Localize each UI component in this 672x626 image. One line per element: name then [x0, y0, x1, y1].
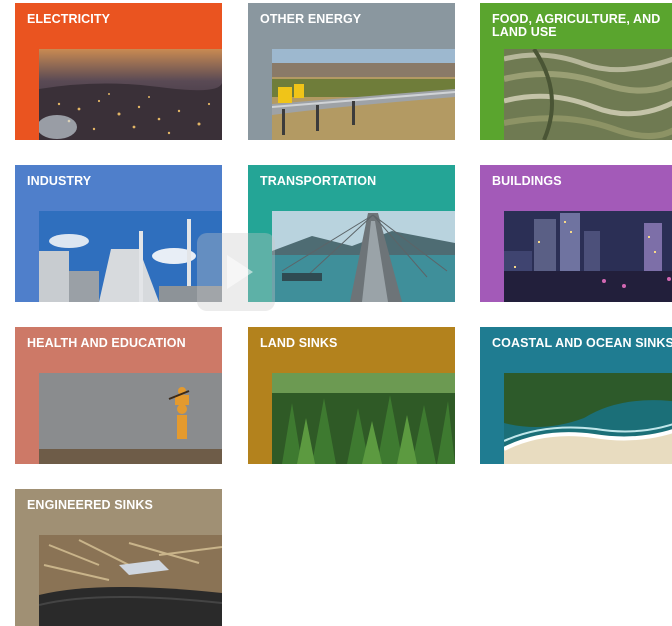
tile-label: INDUSTRY	[27, 174, 92, 188]
tile-health-and-education[interactable]: HEALTH AND EDUCATION	[15, 327, 222, 464]
city-skyline-image	[504, 211, 672, 302]
tile-electricity[interactable]: ELECTRICITY	[15, 3, 222, 140]
tile-label: LAND SINKS	[260, 336, 338, 350]
biochar-image	[39, 535, 222, 626]
terraced-fields-image	[504, 49, 672, 140]
tile-label: ELECTRICITY	[27, 12, 111, 26]
city-night-lights-image	[39, 49, 222, 140]
tile-transportation[interactable]: TRANSPORTATION	[248, 165, 455, 302]
tile-buildings[interactable]: BUILDINGS	[480, 165, 672, 302]
tile-label: COASTAL AND OCEAN SINKS	[492, 336, 672, 350]
tile-engineered-sinks[interactable]: ENGINEERED SINKS	[15, 489, 222, 626]
tile-other-energy[interactable]: OTHER ENERGY	[248, 3, 455, 140]
ocean-coast-image	[504, 373, 672, 464]
tile-industry[interactable]: INDUSTRY	[15, 165, 222, 302]
tile-label: HEALTH AND EDUCATION	[27, 336, 186, 350]
forest-image	[272, 373, 455, 464]
tile-label: BUILDINGS	[492, 174, 562, 188]
tile-label: ENGINEERED SINKS	[27, 498, 153, 512]
industrial-plant-image	[39, 211, 222, 302]
tile-label: TRANSPORTATION	[260, 174, 377, 188]
bridge-image	[272, 211, 455, 302]
tile-coastal-and-ocean-sinks[interactable]: COASTAL AND OCEAN SINKS	[480, 327, 672, 464]
tile-label: FOOD, AGRICULTURE, AND LAND USE	[492, 12, 661, 39]
tile-land-sinks[interactable]: LAND SINKS	[248, 327, 455, 464]
play-icon	[227, 255, 253, 289]
tile-food-agriculture-land-use[interactable]: FOOD, AGRICULTURE, AND LAND USE	[480, 3, 672, 140]
tile-label: OTHER ENERGY	[260, 12, 362, 26]
pipeline-image	[272, 49, 455, 140]
solutions-grid: ELECTRICITY OTHER ENERGY FOOD, AGRICULTU…	[0, 0, 672, 626]
video-play-overlay[interactable]	[197, 233, 275, 311]
child-on-shoulders-image	[39, 373, 222, 464]
